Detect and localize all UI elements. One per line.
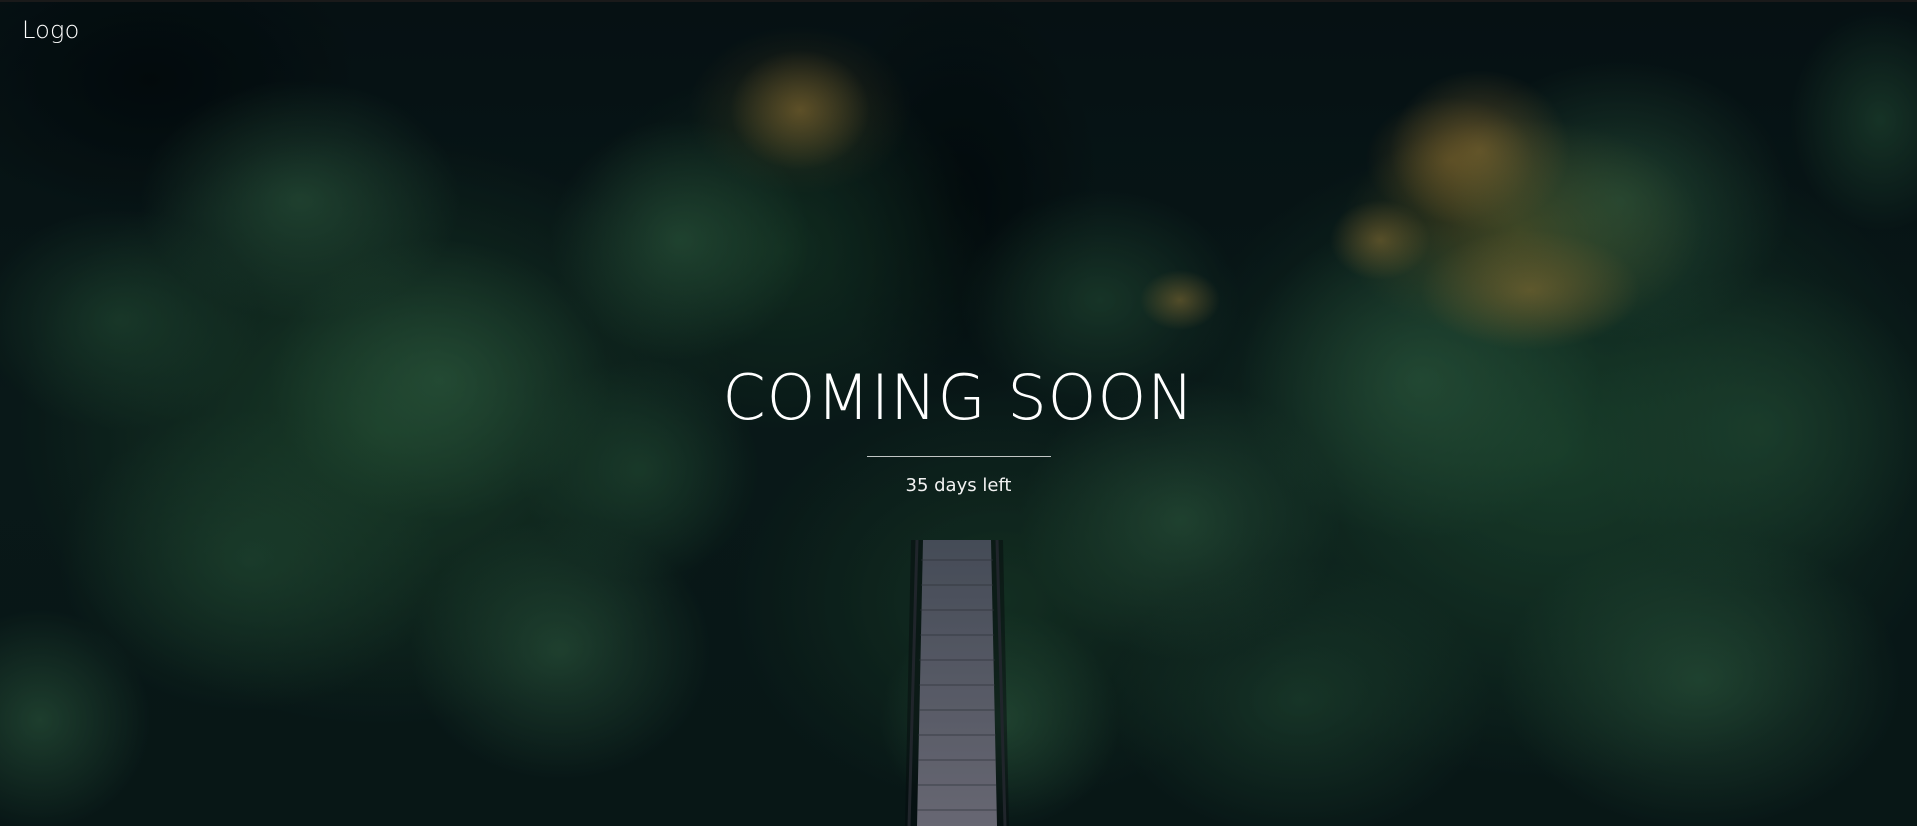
page-title: COMING SOON (722, 361, 1195, 434)
coming-soon-page: Logo COMING SOON 35 days left (0, 0, 1917, 826)
logo-link[interactable]: Logo (22, 16, 80, 44)
hero-section: COMING SOON 35 days left (0, 360, 1917, 496)
countdown-text: 35 days left (905, 475, 1012, 496)
top-border (0, 0, 1917, 2)
title-divider (866, 456, 1051, 457)
